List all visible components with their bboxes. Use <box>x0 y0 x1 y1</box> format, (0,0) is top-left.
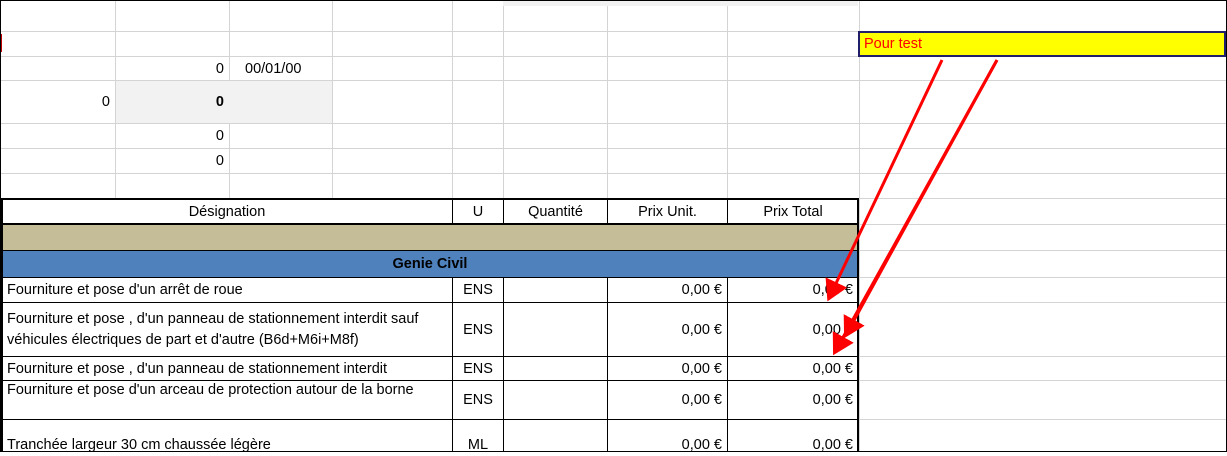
value-cell-bold[interactable]: 0 <box>116 81 229 123</box>
table-row-unit-price[interactable]: 0,00 € <box>608 381 727 419</box>
column-header-designation[interactable]: Désignation <box>2 200 452 223</box>
table-row-unit[interactable]: ENS <box>453 278 503 302</box>
table-row-quantity[interactable] <box>504 357 607 380</box>
table-border <box>1 302 859 303</box>
gridline <box>859 302 1227 303</box>
red-arrow <box>832 59 999 356</box>
table-border <box>452 277 453 452</box>
table-border <box>1 419 859 420</box>
table-row-quantity[interactable] <box>504 434 607 456</box>
cell-marker <box>0 34 2 52</box>
gridline <box>859 198 1227 199</box>
table-row-unit[interactable]: ML <box>453 434 503 456</box>
column-header-unit-price[interactable]: Prix Unit. <box>608 200 727 223</box>
gridline <box>452 0 453 198</box>
gridline <box>0 173 1227 174</box>
table-border <box>727 277 728 452</box>
table-row-designation[interactable]: Fourniture et pose , d'un panneau de sta… <box>2 303 452 356</box>
table-border <box>727 198 728 225</box>
gridline <box>859 380 1227 381</box>
gridline <box>859 277 1227 278</box>
table-border <box>503 198 504 225</box>
column-header-quantity[interactable]: Quantité <box>504 200 607 223</box>
gridline <box>859 250 1227 251</box>
section-title-genie-civil[interactable]: Genie Civil <box>2 251 858 277</box>
value-cell[interactable]: 0 <box>116 149 229 173</box>
table-border <box>1 380 859 381</box>
gridline <box>332 0 333 198</box>
table-border <box>1 277 859 278</box>
table-border <box>1 198 3 452</box>
gridline <box>503 0 504 198</box>
table-border <box>1 223 859 225</box>
gridline <box>727 0 728 198</box>
table-row-unit-price[interactable]: 0,00 € <box>608 434 727 456</box>
table-border <box>452 198 453 225</box>
table-row-designation[interactable]: Fourniture et pose d'un arrêt de roue <box>2 278 452 302</box>
table-row-unit-price[interactable]: 0,00 € <box>608 278 727 302</box>
value-cell[interactable]: 0 <box>0 81 115 123</box>
table-row-unit[interactable]: ENS <box>453 357 503 380</box>
table-row-total[interactable]: 0,00 € <box>728 303 858 356</box>
shaded-cell-top <box>503 0 858 6</box>
table-border <box>607 277 608 452</box>
table-row-designation[interactable]: Fourniture et pose , d'un panneau de sta… <box>2 357 452 380</box>
gridline <box>607 0 608 198</box>
table-row-unit[interactable]: ENS <box>453 381 503 419</box>
table-row-quantity[interactable] <box>504 303 607 356</box>
table-row-quantity[interactable] <box>504 381 607 419</box>
column-header-unit[interactable]: U <box>453 200 503 223</box>
table-border <box>857 198 859 452</box>
table-border <box>1 250 859 251</box>
gridline <box>859 356 1227 357</box>
test-cell[interactable]: Pour test <box>858 31 1226 57</box>
table-row-unit[interactable]: ENS <box>453 303 503 356</box>
table-border <box>607 198 608 225</box>
table-row-designation[interactable]: Tranchée largeur 30 cm chaussée légère <box>2 434 452 456</box>
red-arrow <box>843 59 999 339</box>
table-row-total[interactable]: 0,00 € <box>728 357 858 380</box>
table-row-quantity[interactable] <box>504 278 607 302</box>
table-border <box>1 356 859 357</box>
table-row-unit-price[interactable]: 0,00 € <box>608 357 727 380</box>
date-cell[interactable]: 00/01/00 <box>240 57 332 80</box>
table-border <box>503 277 504 452</box>
value-cell[interactable]: 0 <box>116 124 229 148</box>
gridline <box>859 419 1227 420</box>
table-row-total[interactable]: 0,00 € <box>728 434 858 456</box>
section-band <box>2 225 858 250</box>
gridline <box>859 224 1227 225</box>
table-row-designation[interactable]: Fourniture et pose d'un arceau de protec… <box>2 381 452 419</box>
value-cell[interactable]: 0 <box>116 57 229 80</box>
column-header-total-price[interactable]: Prix Total <box>728 200 858 223</box>
table-row-total[interactable]: 0,00 € <box>728 278 858 302</box>
table-row-total[interactable]: 0,00 € <box>728 381 858 419</box>
table-border <box>1 198 859 200</box>
gridline <box>859 0 860 452</box>
table-row-unit-price[interactable]: 0,00 € <box>608 303 727 356</box>
